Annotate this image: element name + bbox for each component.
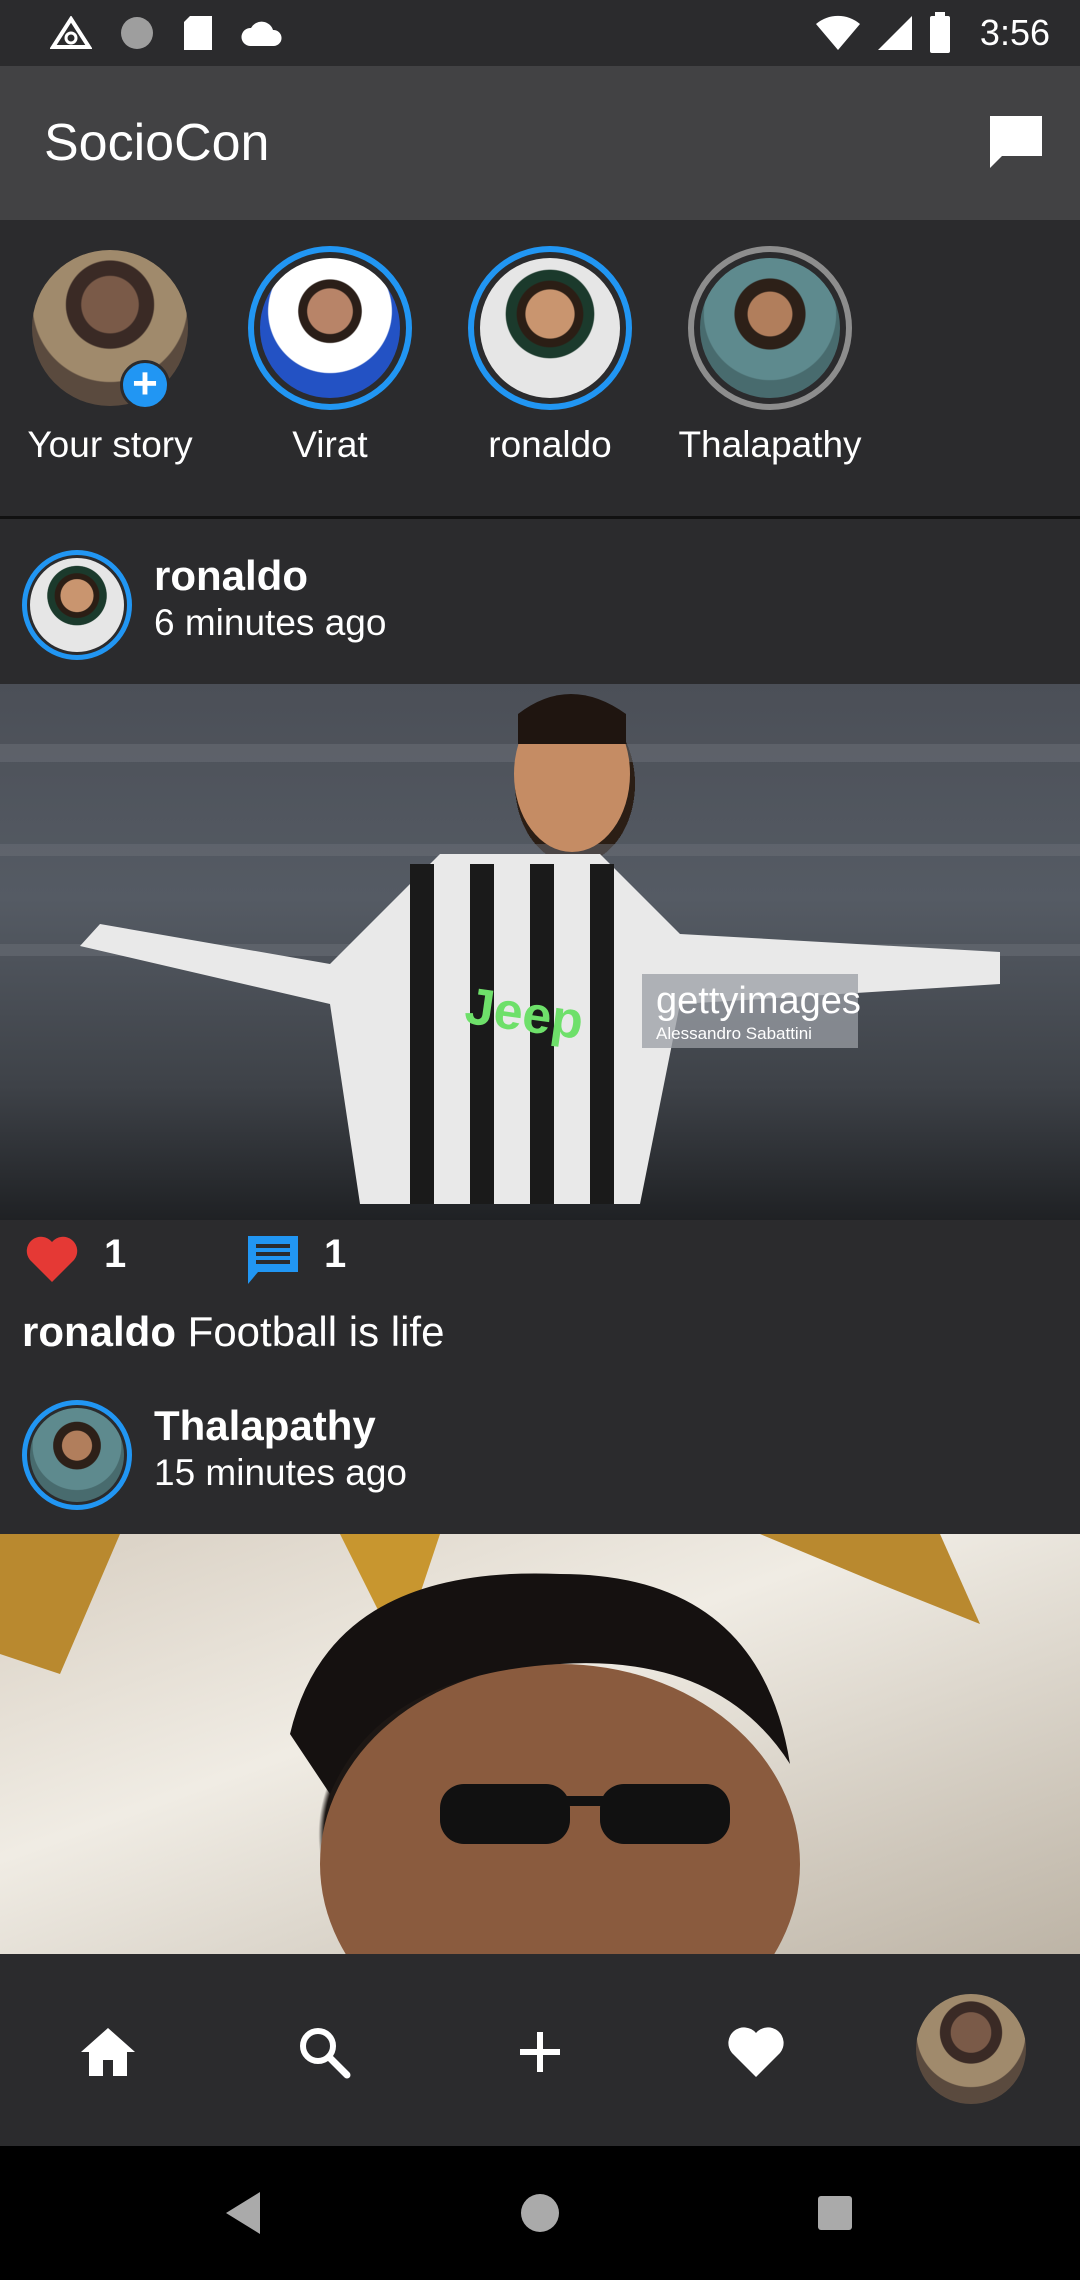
story-name: Thalapathy — [678, 424, 862, 465]
story-your-story[interactable]: + Your story — [10, 246, 210, 466]
messages-button[interactable] — [986, 112, 1046, 172]
post-image[interactable] — [0, 1534, 1080, 1954]
add-story-icon[interactable]: + — [120, 360, 170, 410]
heart-icon — [728, 2027, 784, 2077]
avatar — [700, 258, 840, 398]
heart-icon[interactable] — [24, 1234, 80, 1284]
loading-icon — [121, 17, 153, 49]
stories-bar: + Your story Virat ronaldo Thalapathy — [0, 220, 1080, 519]
post-header: Thalapathy 15 minutes ago — [0, 1378, 1080, 1514]
post-timestamp: 15 minutes ago — [154, 1452, 408, 1493]
post-header: ronaldo 6 minutes ago — [0, 528, 1080, 664]
nav-profile-avatar[interactable] — [916, 1994, 1026, 2104]
story-ronaldo[interactable]: ronaldo — [450, 246, 650, 466]
home-icon — [81, 2028, 135, 2076]
system-navigation-bar — [0, 2146, 1080, 2280]
post-photo — [0, 694, 1080, 1204]
recents-icon[interactable] — [808, 2186, 862, 2240]
wifi-icon — [815, 15, 860, 50]
avatar — [480, 258, 620, 398]
comment-count: 1 — [324, 1232, 347, 1276]
like-count: 1 — [104, 1232, 127, 1276]
story-name: Your story — [27, 424, 193, 465]
sd-card-icon — [184, 16, 212, 50]
chat-icon — [990, 116, 1042, 168]
avatar — [30, 558, 124, 652]
caption-username[interactable]: ronaldo — [22, 1308, 176, 1355]
nav-search[interactable] — [284, 2012, 364, 2092]
story-virat[interactable]: Virat — [230, 246, 430, 466]
cloud-icon — [241, 21, 282, 46]
nav-home[interactable] — [68, 2012, 148, 2092]
caption-text: Football is life — [187, 1308, 445, 1355]
image-watermark: gettyimages — [656, 980, 861, 1022]
image-credit: Alessandro Sabattini — [656, 1024, 812, 1043]
post-avatar[interactable] — [22, 550, 132, 660]
story-thalapathy[interactable]: Thalapathy — [670, 246, 870, 466]
comment-icon[interactable] — [246, 1234, 300, 1286]
home-circle-icon[interactable] — [513, 2186, 567, 2240]
story-name: Virat — [292, 424, 368, 465]
app-bar: SocioCon — [0, 66, 1080, 220]
post-timestamp: 6 minutes ago — [154, 602, 387, 643]
back-icon[interactable] — [218, 2186, 272, 2240]
post-image[interactable]: Jeep gettyimages Alessandro Sabattini — [0, 684, 1080, 1220]
status-bar: 3:56 — [0, 0, 1080, 66]
avatar — [30, 1408, 124, 1502]
post-avatar[interactable] — [22, 1400, 132, 1510]
avatar — [260, 258, 400, 398]
triangle-app-icon — [50, 16, 92, 49]
post-username[interactable]: ronaldo — [154, 552, 308, 600]
nav-add-post[interactable] — [500, 2012, 580, 2092]
search-icon — [300, 2028, 351, 2079]
add-icon — [520, 2032, 560, 2072]
clock: 3:56 — [979, 12, 1050, 53]
battery-icon — [929, 12, 950, 53]
nav-activity[interactable] — [716, 2012, 796, 2092]
story-name: ronaldo — [488, 424, 612, 465]
post-caption: ronaldo Football is life — [22, 1308, 444, 1356]
post-actions: 1 1 — [0, 1220, 1080, 1296]
signal-icon — [877, 16, 912, 50]
post-username[interactable]: Thalapathy — [154, 1402, 376, 1450]
post-photo — [0, 1534, 980, 1954]
app-title: SocioCon — [44, 114, 270, 172]
bottom-navigation — [0, 1954, 1080, 2146]
